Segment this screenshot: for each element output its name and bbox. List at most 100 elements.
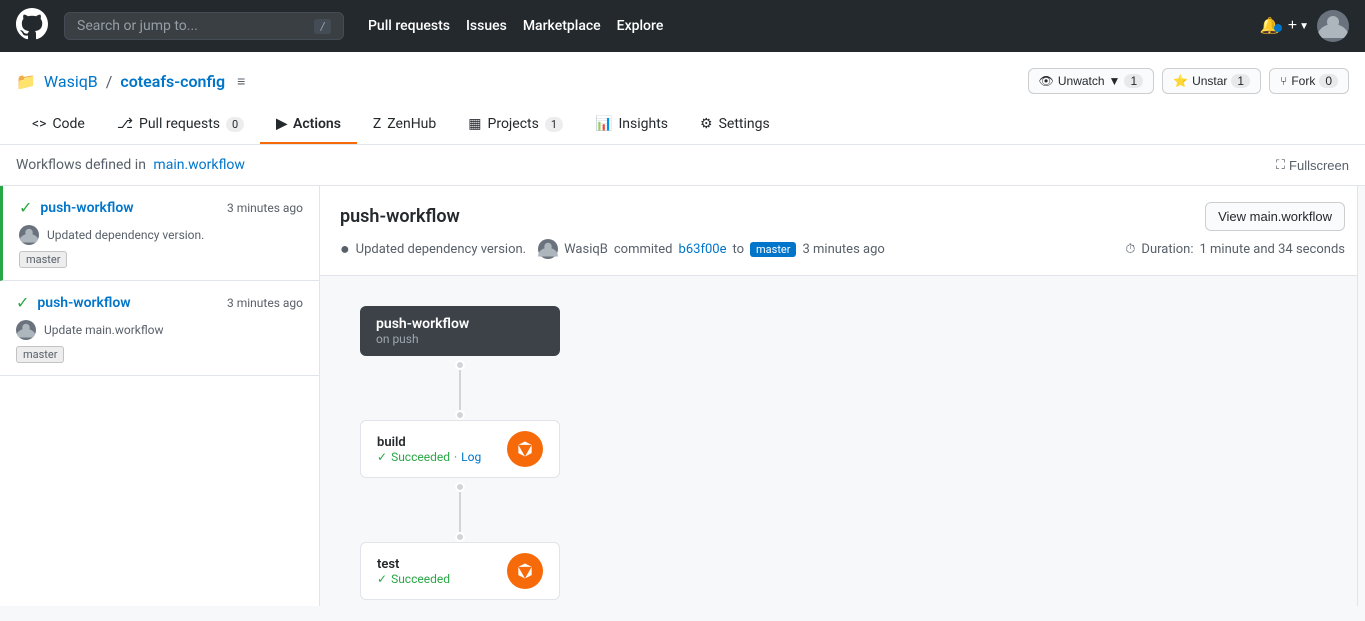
job-build-name: build xyxy=(377,435,481,450)
trigger-node: push-workflow on push xyxy=(360,306,560,356)
repo-icon: 📁 xyxy=(16,72,36,91)
workflow-commit-0: Updated dependency version. xyxy=(19,225,303,245)
commit-message-0: Updated dependency version. xyxy=(47,228,204,242)
issues-nav-link[interactable]: Issues xyxy=(466,18,507,34)
workflow-detail: push-workflow View main.workflow ● Updat… xyxy=(320,186,1365,606)
duration-value: 1 minute and 34 seconds xyxy=(1200,242,1346,257)
projects-badge: 1 xyxy=(545,117,563,132)
search-text: Search or jump to... xyxy=(77,18,198,34)
connector-dot-1 xyxy=(455,410,465,420)
pull-requests-nav-link[interactable]: Pull requests xyxy=(368,18,450,34)
navbar-right: 🔔 + ▼ xyxy=(1260,10,1349,42)
tab-settings[interactable]: ⚙ Settings xyxy=(684,106,786,144)
tab-code-label: Code xyxy=(52,116,84,132)
star-icon: ⭐ xyxy=(1173,74,1188,88)
workflow-item-0[interactable]: ✓ push-workflow 3 minutes ago Updated de… xyxy=(0,186,319,281)
job-node-test: test ✓ Succeeded xyxy=(360,542,560,600)
navbar-links: Pull requests Issues Marketplace Explore xyxy=(368,18,663,34)
tab-projects[interactable]: ▦ Projects 1 xyxy=(452,106,579,144)
tab-actions[interactable]: ▶ Actions xyxy=(260,106,357,144)
trigger-subtitle: on push xyxy=(376,332,544,346)
pr-badge: 0 xyxy=(226,117,244,132)
fork-button[interactable]: ⑂ Fork 0 xyxy=(1269,68,1349,94)
connector-line-0 xyxy=(459,370,461,410)
job-node-build: build ✓ Succeeded · Log xyxy=(360,420,560,478)
repo-title: 📁 WasiqB / coteafs-config ≡ 👁 Unwatch ▼ … xyxy=(16,68,1349,94)
repo-owner-link[interactable]: WasiqB xyxy=(44,72,98,91)
tab-insights[interactable]: 📊 Insights xyxy=(579,106,684,144)
fullscreen-label: Fullscreen xyxy=(1289,158,1349,173)
fork-label: Fork xyxy=(1291,74,1315,88)
user-avatar-button[interactable] xyxy=(1317,10,1349,42)
detail-meta: ● Updated dependency version. WasiqB com… xyxy=(340,239,1345,259)
settings-icon: ⚙ xyxy=(700,116,713,132)
tab-code[interactable]: <> Code xyxy=(16,106,101,144)
search-bar[interactable]: Search or jump to... / xyxy=(64,12,344,40)
repo-separator: / xyxy=(106,72,113,91)
commit-message-1: Update main.workflow xyxy=(44,323,164,337)
connector-dot-0 xyxy=(455,360,465,370)
workflow-item-1[interactable]: ✓ push-workflow 3 minutes ago Update mai… xyxy=(0,281,319,376)
job-test-info: test ✓ Succeeded xyxy=(377,557,450,586)
notifications-wrapper: 🔔 xyxy=(1260,16,1280,36)
detail-branch-badge: master xyxy=(750,242,796,257)
create-new-button[interactable]: + ▼ xyxy=(1288,17,1309,35)
unstar-count: 1 xyxy=(1231,74,1250,88)
fullscreen-button[interactable]: ⛶ Fullscreen xyxy=(1276,157,1349,173)
tab-actions-label: Actions xyxy=(293,116,341,132)
zenhub-icon: Z xyxy=(373,116,381,132)
commit-hash-link[interactable]: b63f00e xyxy=(679,242,727,257)
workflow-name-0: push-workflow xyxy=(40,200,133,216)
job-build-log-link[interactable]: Log xyxy=(461,450,481,464)
detail-time: 3 minutes ago xyxy=(802,242,884,257)
notification-dot xyxy=(1274,24,1282,32)
marketplace-nav-link[interactable]: Marketplace xyxy=(523,18,601,34)
detail-commit-dot: ● Updated dependency version. xyxy=(340,239,526,259)
tab-zenhub-label: ZenHub xyxy=(387,116,436,132)
repo-tabs: <> Code ⎇ Pull requests 0 ▶ Actions Z Ze… xyxy=(16,106,1349,144)
workflow-time-1: 3 minutes ago xyxy=(227,296,303,310)
chevron-down-icon: ▼ xyxy=(1299,21,1309,32)
search-shortcut: / xyxy=(314,19,331,34)
job-build-status: ✓ Succeeded · Log xyxy=(377,450,481,464)
detail-header: push-workflow View main.workflow ● Updat… xyxy=(320,186,1365,276)
github-logo[interactable] xyxy=(16,8,48,45)
view-workflow-button[interactable]: View main.workflow xyxy=(1205,202,1345,231)
tab-pull-requests[interactable]: ⎇ Pull requests 0 xyxy=(101,106,260,144)
connector-dot-2 xyxy=(455,482,465,492)
tab-settings-label: Settings xyxy=(719,116,770,132)
dot-icon: ● xyxy=(340,239,350,259)
detail-user-avatar xyxy=(538,239,558,259)
navbar: Search or jump to... / Pull requests Iss… xyxy=(0,0,1365,52)
explore-nav-link[interactable]: Explore xyxy=(617,18,664,34)
workflow-time-0: 3 minutes ago xyxy=(227,201,303,215)
unwatch-button[interactable]: 👁 Unwatch ▼ 1 xyxy=(1028,68,1155,94)
job-test-status: ✓ Succeeded xyxy=(377,572,450,586)
commited-text: commited xyxy=(614,242,673,257)
code-icon: <> xyxy=(32,116,46,132)
to-text: to xyxy=(732,242,744,257)
tab-projects-label: Projects xyxy=(488,116,539,132)
unwatch-label: Unwatch xyxy=(1058,74,1105,88)
duration-label: Duration: xyxy=(1141,242,1193,257)
unstar-label: Unstar xyxy=(1192,74,1227,88)
test-job-icon xyxy=(507,553,543,589)
repo-name-link[interactable]: coteafs-config xyxy=(120,72,225,91)
fork-icon: ⑂ xyxy=(1280,74,1287,88)
job-test-name: test xyxy=(377,557,450,572)
dot-separator: · xyxy=(454,450,457,464)
scroll-track[interactable] xyxy=(1357,186,1365,606)
clock-icon: ⏱ xyxy=(1125,242,1135,257)
tab-zenhub[interactable]: Z ZenHub xyxy=(357,106,452,144)
build-job-icon xyxy=(507,431,543,467)
pr-icon: ⎇ xyxy=(117,116,133,132)
job-test-status-text: Succeeded xyxy=(391,572,450,586)
trigger-node-group: push-workflow on push build ✓ xyxy=(360,306,560,600)
detail-user: WasiqB xyxy=(564,242,608,257)
repo-menu-icon: ≡ xyxy=(237,73,245,90)
fork-count: 0 xyxy=(1319,74,1338,88)
check-icon-test: ✓ xyxy=(377,572,387,586)
unstar-button[interactable]: ⭐ Unstar 1 xyxy=(1162,68,1261,94)
main-workflow-link[interactable]: main.workflow xyxy=(153,157,245,173)
workflow-commit-1: Update main.workflow xyxy=(16,320,303,340)
